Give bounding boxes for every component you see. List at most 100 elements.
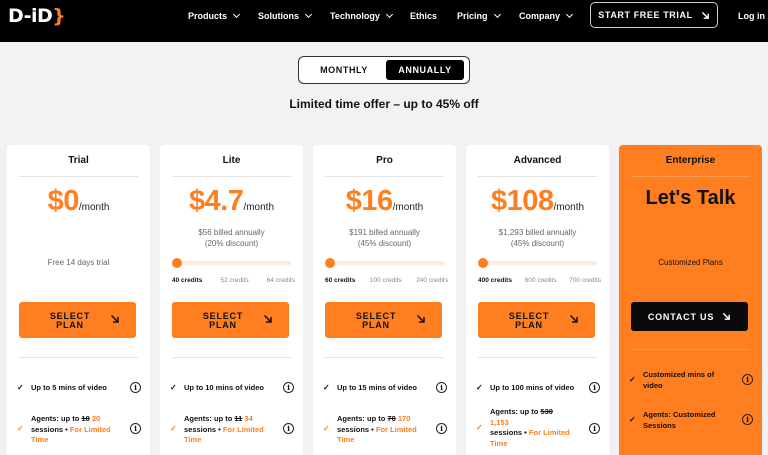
nav-products[interactable]: Products [188, 10, 241, 21]
chevron-down-icon [304, 10, 313, 19]
price-period: /month [243, 202, 275, 213]
price-amount: $16 [345, 185, 393, 217]
billing-toggle: MONTHLY ANNUALLY [298, 56, 470, 84]
annually-toggle-option[interactable]: ANNUALLY [386, 60, 464, 80]
start-free-trial-button[interactable]: START FREE TRIAL [590, 2, 718, 28]
slider-handle[interactable] [478, 258, 488, 268]
select-plan-button[interactable]: SELECT PLAN [172, 302, 289, 338]
slider-handle[interactable] [172, 258, 182, 268]
nav-solutions-label: Solutions [258, 11, 299, 21]
billed-annually-text: $56 billed annually [198, 228, 265, 237]
billing-info: $191 billed annually (45% discount) [313, 227, 456, 249]
divider [325, 176, 444, 177]
arrow-down-right-icon [701, 11, 709, 19]
info-icon[interactable]: i [130, 382, 141, 393]
check-icon: ✓ [476, 383, 483, 392]
info-icon[interactable]: i [436, 423, 447, 434]
billing-info: $1,293 billed annually (45% discount) [466, 227, 609, 249]
info-icon[interactable]: i [742, 414, 753, 425]
feature-agents-sessions: sessions • [490, 428, 529, 437]
feature-text: Up to 15 mins of video [337, 383, 418, 392]
credits-option[interactable]: 240 credits [416, 277, 448, 284]
new-sessions-count: 170 [395, 414, 411, 423]
nav-solutions[interactable]: Solutions [258, 10, 313, 21]
check-icon: ✓ [17, 383, 24, 392]
info-icon[interactable]: i [589, 423, 600, 434]
select-plan-button[interactable]: SELECT PLAN [478, 302, 595, 338]
nav-technology[interactable]: Technology [330, 10, 393, 21]
monthly-toggle-option[interactable]: MONTHLY [303, 60, 385, 80]
plan-card-lite: Lite $4.7/month $56 billed annually (20% … [160, 145, 303, 455]
check-icon: ✓ [170, 383, 177, 392]
feature-agents-sessions: sessions • [337, 424, 376, 434]
feature-agents-sessions: sessions • [184, 424, 223, 434]
info-icon[interactable]: i [436, 382, 447, 393]
contact-us-button[interactable]: CONTACT US [631, 302, 748, 331]
nav-ethics-label: Ethics [410, 11, 438, 21]
nav-company[interactable]: Company [519, 10, 574, 21]
start-free-trial-label: START FREE TRIAL [598, 10, 693, 20]
chevron-down-icon [493, 10, 501, 19]
new-sessions-count: 34 [242, 414, 253, 423]
billing-info: $56 billed annually (20% discount) [160, 227, 303, 249]
credits-option[interactable]: 700 credits [569, 277, 601, 284]
login-link[interactable]: Log in [738, 11, 765, 21]
select-plan-button[interactable]: SELECT PLAN [19, 302, 136, 338]
select-plan-button[interactable]: SELECT PLAN [325, 302, 442, 338]
feature-text: Up to 10 mins of video [184, 383, 265, 392]
info-icon[interactable]: i [589, 382, 600, 393]
plan-card-advanced: Advanced $108/month $1,293 billed annual… [466, 145, 609, 455]
credits-option[interactable]: 600 credits [525, 277, 557, 284]
plan-name: Pro [376, 155, 393, 166]
info-icon[interactable]: i [130, 423, 141, 434]
credits-slider[interactable] [325, 258, 444, 268]
nav-products-label: Products [188, 11, 228, 21]
price-amount: $108 [490, 185, 554, 217]
slider-handle[interactable] [325, 258, 335, 268]
credits-option[interactable]: 400 credits [478, 277, 512, 284]
feature-agents-prefix: Agents: up to [31, 414, 82, 423]
check-icon: ✓ [323, 424, 330, 433]
plan-name: Lite [222, 155, 241, 166]
plan-name: Advanced [513, 155, 562, 166]
divider [631, 176, 750, 177]
offer-headline: Limited time offer – up to 45% off [289, 97, 479, 111]
credits-option[interactable]: 52 credits [220, 277, 248, 284]
credits-option[interactable]: 40 credits [172, 277, 202, 284]
nav-ethics[interactable]: Ethics [410, 11, 437, 21]
check-icon: ✓ [170, 424, 177, 433]
divider [172, 176, 291, 177]
contact-us-label: CONTACT US [647, 311, 715, 322]
credits-slider[interactable] [172, 258, 291, 268]
info-icon[interactable]: i [283, 382, 294, 393]
old-sessions-count: 530 [540, 407, 553, 416]
credits-option[interactable]: 64 credits [267, 277, 295, 284]
check-icon: ✓ [629, 375, 636, 384]
plan-price: $108/month [466, 185, 609, 218]
credits-option[interactable]: 100 credits [370, 277, 402, 284]
plan-card-pro: Pro $16/month $191 billed annually (45% d… [313, 145, 456, 455]
credits-options: 60 credits 100 credits 240 credits [325, 277, 448, 284]
chevron-down-icon [385, 10, 393, 19]
select-plan-label-line-2: PLAN [56, 320, 84, 330]
logo[interactable]: D-iD} [8, 5, 66, 27]
credits-slider[interactable] [478, 258, 597, 268]
feature-text: Up to 100 mins of video [490, 383, 575, 392]
info-icon[interactable]: i [742, 374, 753, 385]
select-plan-label: SELECT PLAN [196, 312, 250, 330]
plan-card-enterprise: Enterprise Let's Talk Customized Plans C… [619, 145, 762, 455]
plan-price: $0/month [7, 185, 150, 218]
billed-annually-text: $1,293 billed annually [498, 228, 577, 237]
nav-pricing[interactable]: Pricing [457, 10, 501, 21]
credits-options: 40 credits 52 credits 64 credits [172, 277, 295, 284]
slider-track [325, 261, 444, 265]
new-sessions-count: 1,153 [490, 417, 509, 427]
arrow-down-right-icon [569, 314, 578, 323]
price-period: /month [392, 202, 424, 213]
divider [172, 357, 291, 358]
chevron-down-icon [232, 10, 241, 19]
credits-option[interactable]: 60 credits [325, 277, 355, 284]
feature-text: Agents: Customized Sessions [643, 410, 716, 430]
info-icon[interactable]: i [283, 423, 294, 434]
arrow-down-right-icon [723, 312, 731, 320]
